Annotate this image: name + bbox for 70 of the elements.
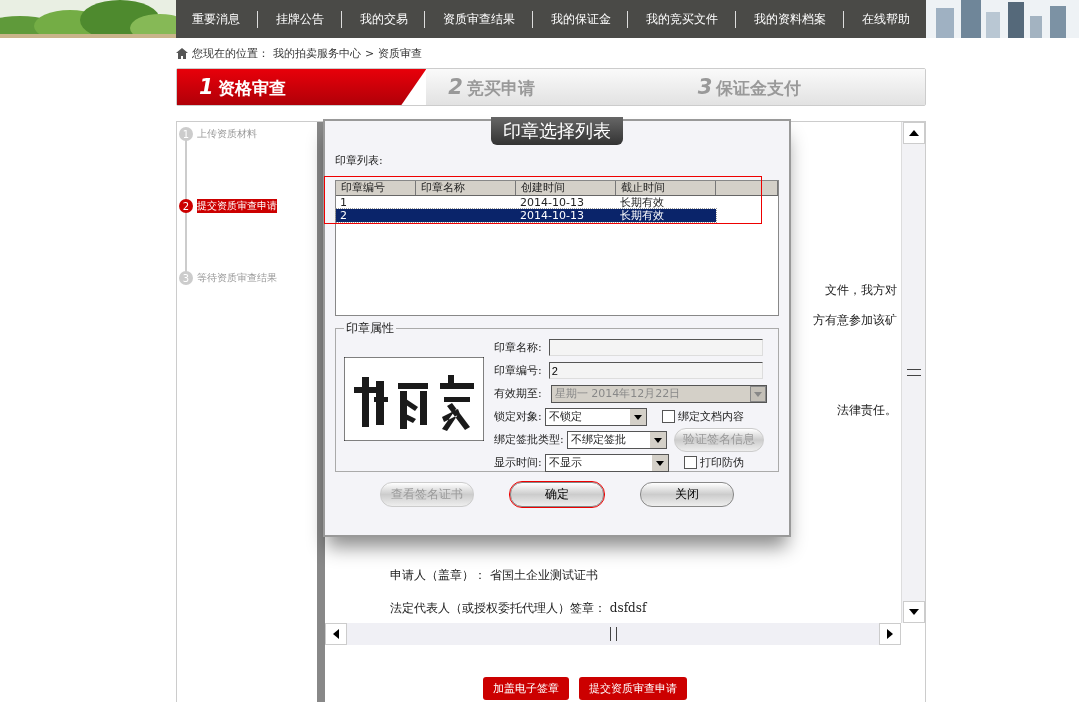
nav-link[interactable]: 我的资料档案 [735,10,827,28]
home-icon [176,47,188,59]
document-text: 法律责任。 [837,402,897,419]
scroll-grip-icon [609,627,617,641]
checkbox[interactable] [661,410,675,423]
nav-link[interactable]: 我的竞买文件 [627,10,719,28]
nav-link[interactable]: 重要消息 [192,10,241,28]
field-label: 有效期至: [494,386,542,401]
list-label: 印章列表: [335,153,384,168]
field-label: 印章编号: [494,363,542,378]
seal-row[interactable]: 1 2014-10-13 长期有效 [336,196,716,209]
document-text: 文件，我方对 [825,282,897,299]
step-label: 1 资格审查 [199,74,286,100]
step-number: 2 [179,199,193,213]
nav-link[interactable]: 资质审查结果 [424,10,516,28]
caret-icon [649,431,666,448]
document-text: 申请人（盖章）： 省国土企业测试证书 [390,567,599,584]
breadcrumb-separator: > [365,46,375,60]
column-header[interactable]: 截止时间 [616,181,716,195]
column-header[interactable]: 创建时间 [516,181,616,195]
step-label: 上传资质材料 [197,127,257,141]
checkbox-label: 绑定文档内容 [677,409,744,424]
seal-number-field[interactable]: 2 [548,362,763,379]
header-filler [716,181,778,195]
horizontal-scrollbar[interactable] [325,623,901,645]
dialog-title: 印章选择列表 [491,117,623,145]
step-label: 3 保证金支付 [697,74,802,100]
step-label: 2 竞买申请 [448,74,535,100]
step-label: 等待资质审查结果 [197,271,277,285]
document-text: 法定代表人（或授权委托代理人）签章： dsfdsf [390,600,648,617]
scroll-right-button[interactable] [879,623,901,645]
seal-name-field[interactable] [548,339,763,356]
breadcrumb-link[interactable]: 我的拍卖服务中心 [273,45,361,61]
caret-icon [749,385,766,402]
left-arrow-icon [333,629,339,639]
vertical-scrollbar[interactable] [901,122,925,623]
lock-target-dropdown[interactable]: 不锁定 [544,407,647,426]
scroll-grip-icon [906,369,921,376]
dialog-button[interactable]: 确定 [510,482,604,507]
seal-row[interactable]: 2 2014-10-13 长期有效 [336,209,716,222]
nav-link[interactable]: 我的交易 [340,10,408,28]
scroll-up-button[interactable] [902,122,925,144]
sign-type-dropdown[interactable]: 不绑定签批 [566,430,667,449]
checkbox-label: 打印防伪 [699,455,744,470]
caret-icon [651,454,668,471]
action-button[interactable]: 加盖电子签章 [483,677,569,700]
field-label: 绑定签批类型: [494,432,564,447]
display-time-dropdown[interactable]: 不显示 [544,453,669,472]
right-arrow-icon [887,629,893,639]
dialog-button[interactable]: 关闭 [640,482,734,507]
checkbox[interactable] [683,456,697,469]
document-text: 方有意参加该矿 [813,312,897,329]
field-label: 锁定对象: [494,409,542,424]
up-arrow-icon [908,130,919,136]
step-label: 提交资质审查申请 [197,199,277,213]
nav-link[interactable]: 我的保证金 [531,10,611,28]
scroll-down-button[interactable] [902,601,925,623]
nav-link[interactable]: 在线帮助 [842,10,910,28]
group-title: 印章属性 [345,320,395,337]
caret-icon [629,408,646,425]
column-header[interactable]: 印章编号 [336,181,416,195]
breadcrumb-label: 您现在的位置： [192,45,269,61]
breadcrumb-current: 资质审查 [378,45,423,61]
field-label: 印章名称: [494,340,542,355]
field-label: 显示时间: [494,455,542,470]
column-header[interactable]: 印章名称 [416,181,516,195]
nav-link[interactable]: 挂牌公告 [256,10,324,28]
down-arrow-icon [908,609,919,615]
scroll-left-button[interactable] [325,623,347,645]
action-button[interactable]: 提交资质审查申请 [579,677,687,700]
